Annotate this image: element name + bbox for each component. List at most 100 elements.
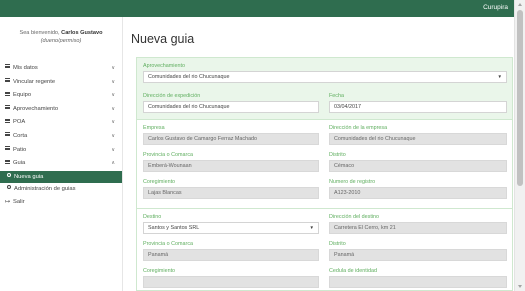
destino-label: Destino <box>143 214 162 220</box>
fecha-value: 03/04/2017 <box>334 103 361 110</box>
welcome-prefix: Sea bienvenido, <box>19 30 60 36</box>
section-empresa: Empresa Carlos Gustavo de Camargo Ferraz… <box>137 120 512 208</box>
section-destino: Destino Santos y Santos SRL ▼ Dirección d… <box>137 209 512 291</box>
corregimiento-value: Lajas Blancas <box>148 189 182 196</box>
provincia-label: Provincia o Comarca <box>143 152 194 158</box>
welcome-message: Sea bienvenido, Carlos Gustavo (dueno/pe… <box>0 17 122 45</box>
provincia-destino-label: Provincia o Comarca <box>143 241 194 247</box>
sidebar-item-label: Vincular regente <box>13 78 56 85</box>
user-menu[interactable]: Curupira <box>483 4 508 11</box>
welcome-name: Carlos Gustavo <box>61 30 103 36</box>
caret-down-icon: ▼ <box>309 224 314 230</box>
guia-form: Aprovechamiento Comunidades del rio Chuc… <box>136 57 513 291</box>
empresa-value: Carlos Gustavo de Camargo Ferraz Machado <box>148 135 258 142</box>
sidebar-subitem-label: Administración de guias <box>14 185 76 192</box>
field-direccion-destino: Dirección del destino Carretera El Cerro… <box>329 214 507 234</box>
corregimiento-label: Coregimiento <box>143 179 176 185</box>
corregimiento-input: Lajas Blancas <box>143 186 319 199</box>
chevron-down-icon: ∨ <box>111 146 115 153</box>
field-fecha: Fecha 03/04/2017 <box>329 93 507 113</box>
numero-registro-input: A123-2010 <box>329 186 507 199</box>
field-corregimiento-empresa: Coregimiento Lajas Blancas <box>143 179 319 199</box>
chevron-down-icon: ∨ <box>111 105 115 112</box>
field-destino: Destino Santos y Santos SRL ▼ <box>143 214 319 234</box>
sidebar-item-aprovechamiento[interactable]: Aprovechamiento ∨ <box>0 103 122 117</box>
fecha-input[interactable]: 03/04/2017 <box>329 100 507 113</box>
direccion-destino-value: Carretera El Cerro, km 21 <box>334 224 396 231</box>
aprovechamiento-select[interactable]: Comunidades del rio Chucunaque ▼ <box>143 70 507 83</box>
sidebar-item-guia[interactable]: Guia ∧ <box>0 157 122 171</box>
scroll-down-icon[interactable] <box>518 285 522 288</box>
distrito-label: Distrito <box>329 152 346 158</box>
direccion-expedicion-input[interactable]: Comunidades del rio Chucunaque <box>143 100 319 113</box>
sidebar-nav: Mis datos ∨ Vincular regente ∨ Equipo ∨ Apr… <box>0 62 122 209</box>
sidebar-item-label: Aprovechamiento <box>13 105 59 112</box>
sidebar-item-label: Patio <box>13 146 27 153</box>
sidebar-item-equipo[interactable]: Equipo ∨ <box>0 89 122 103</box>
distrito-destino-label: Distrito <box>329 241 346 247</box>
distrito-input: Cémaco <box>329 159 507 172</box>
fecha-label: Fecha <box>329 93 344 99</box>
destino-select[interactable]: Santos y Santos SRL ▼ <box>143 221 319 234</box>
sidebar-item-label: Salir <box>13 198 25 205</box>
menu-bars-icon <box>5 146 10 151</box>
menu-bars-icon <box>5 159 10 164</box>
cedula-label: Cedula de identidad <box>329 268 377 274</box>
sidebar-item-mis-datos[interactable]: Mis datos ∨ <box>0 62 122 76</box>
sidebar-subitem-nueva-guia[interactable]: Nueva guia <box>0 170 122 183</box>
field-empresa: Empresa Carlos Gustavo de Camargo Ferraz… <box>143 125 319 145</box>
field-direccion-empresa: Dirección de la empresa Comunidades del … <box>329 125 507 145</box>
numero-registro-value: A123-2010 <box>334 189 361 196</box>
chevron-down-icon: ∨ <box>111 92 115 99</box>
distrito-destino-value: Panamá <box>334 251 355 258</box>
aprovechamiento-label: Aprovechamiento <box>143 63 185 69</box>
scroll-up-icon[interactable] <box>518 3 522 6</box>
aprovechamiento-value: Comunidades del rio Chucunaque <box>148 73 230 80</box>
sidebar-subitem-administracion-guias[interactable]: Administración de guias <box>0 183 122 195</box>
destino-value: Santos y Santos SRL <box>148 224 200 231</box>
field-provincia-empresa: Provincia o Comarca Emberá-Wounaan <box>143 152 319 172</box>
direccion-empresa-value: Comunidades del rio Chucunaque <box>334 135 416 142</box>
direccion-empresa-input: Comunidades del rio Chucunaque <box>329 132 507 145</box>
distrito-value: Cémaco <box>334 162 355 169</box>
sidebar-item-patio[interactable]: Patio ∨ <box>0 144 122 158</box>
sidebar-item-label: Equipo <box>13 92 32 99</box>
sidebar-item-label: POA <box>13 119 26 126</box>
field-cedula: Cedula de identidad <box>329 268 507 288</box>
empresa-label: Empresa <box>143 125 165 131</box>
corregimiento-destino-label: Coregimiento <box>143 268 176 274</box>
sidebar: Sea bienvenido, Carlos Gustavo (dueno/pe… <box>0 17 123 291</box>
page-title: Nueva guia <box>131 32 195 46</box>
field-aprovechamiento: Aprovechamiento Comunidades del rio Chuc… <box>143 63 507 83</box>
chevron-down-icon: ∨ <box>111 119 115 126</box>
sidebar-item-salir[interactable]: ↦ Salir <box>0 195 122 209</box>
empresa-input: Carlos Gustavo de Camargo Ferraz Machado <box>143 132 319 145</box>
direccion-empresa-label: Dirección de la empresa <box>329 125 388 131</box>
field-numero-registro: Numero de registro A123-2010 <box>329 179 507 199</box>
sidebar-item-label: Mis datos <box>13 65 38 71</box>
scroll-thumb[interactable] <box>517 10 523 186</box>
direccion-destino-input: Carretera El Cerro, km 21 <box>329 221 507 234</box>
field-direccion-expedicion: Dirección de expedición Comunidades del … <box>143 93 319 113</box>
main-content: Nueva guia Aprovechamiento Comunidades d… <box>123 17 514 291</box>
corregimiento-destino-input <box>143 275 319 288</box>
circle-icon <box>7 185 11 190</box>
caret-down-icon: ▼ <box>497 73 502 79</box>
field-provincia-destino: Provincia o Comarca Panamá <box>143 241 319 261</box>
user-role: (dueno/permiso) <box>40 37 82 44</box>
chevron-up-icon: ∧ <box>111 160 115 167</box>
sidebar-item-poa[interactable]: POA ∨ <box>0 116 122 130</box>
page-scrollbar[interactable] <box>514 0 525 291</box>
circle-icon <box>7 173 11 178</box>
direccion-expedicion-label: Dirección de expedición <box>143 93 201 99</box>
chevron-down-icon: ∨ <box>111 78 115 85</box>
sidebar-item-label: Guia <box>13 160 26 167</box>
sidebar-item-corta[interactable]: Corta ∨ <box>0 130 122 144</box>
sidebar-item-vincular-regente[interactable]: Vincular regente ∨ <box>0 76 122 90</box>
menu-bars-icon <box>5 132 10 137</box>
numero-registro-label: Numero de registro <box>329 179 376 185</box>
sidebar-item-label: Corta <box>13 132 28 139</box>
section-expedicion: Aprovechamiento Comunidades del rio Chuc… <box>137 58 512 119</box>
provincia-destino-input: Panamá <box>143 248 319 261</box>
chevron-down-icon: ∨ <box>111 132 115 139</box>
